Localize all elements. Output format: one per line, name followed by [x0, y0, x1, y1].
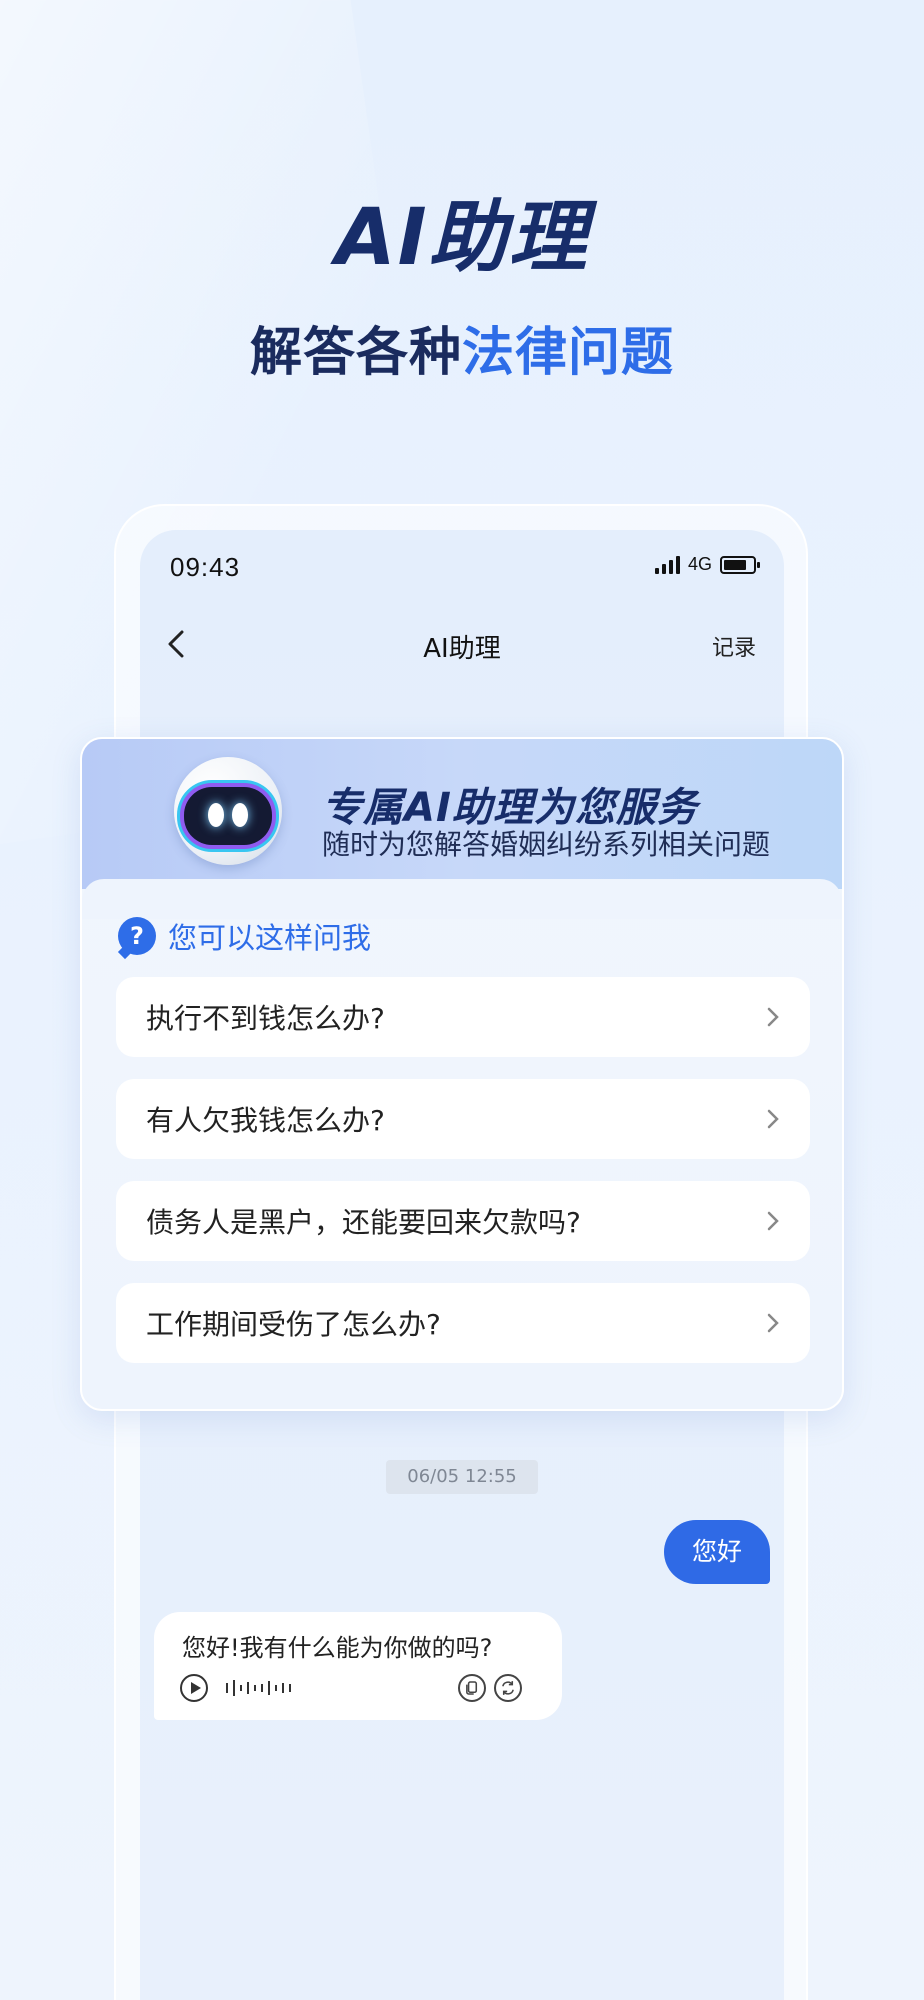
network-type: 4G: [687, 554, 712, 574]
chat-timestamp: 06/05 12:55: [386, 1460, 538, 1494]
chevron-right-icon: [767, 1007, 779, 1027]
ask-label: 您可以这样问我: [168, 921, 372, 955]
suggested-question-3[interactable]: 债务人是黑户，还能要回来欠款吗?: [116, 1181, 810, 1261]
chevron-right-icon: [767, 1211, 779, 1231]
chevron-right-icon: [767, 1313, 779, 1333]
user-message-bubble: 您好: [664, 1520, 770, 1584]
hero-title: AI助理: [335, 193, 589, 283]
nav-title: AI助理: [423, 634, 501, 664]
suggested-question-4[interactable]: 工作期间受伤了怎么办?: [116, 1283, 810, 1363]
audio-waveform: [226, 1678, 291, 1698]
copy-icon[interactable]: [458, 1674, 486, 1702]
card-subtitle: 随时为您解答婚姻纠纷系列相关问题: [322, 828, 771, 861]
status-icons: 4G: [654, 554, 760, 575]
question-text: 执行不到钱怎么办?: [146, 1002, 385, 1035]
bot-message-bubble: 您好!我有什么能为你做的吗?: [154, 1612, 562, 1720]
suggested-question-1[interactable]: 执行不到钱怎么办?: [116, 977, 810, 1057]
question-text: 工作期间受伤了怎么办?: [146, 1308, 441, 1341]
question-text: 债务人是黑户，还能要回来欠款吗?: [146, 1206, 581, 1239]
battery-icon: [720, 555, 760, 574]
signal-icon: [654, 555, 680, 574]
question-text: 有人欠我钱怎么办?: [146, 1104, 385, 1137]
ask-header: ? 您可以这样问我: [118, 915, 371, 957]
suggested-question-2[interactable]: 有人欠我钱怎么办?: [116, 1079, 810, 1159]
record-button[interactable]: 记录: [712, 630, 756, 662]
suggestion-card: 专属AI助理为您服务 随时为您解答婚姻纠纷系列相关问题 ? 您可以这样问我 执行…: [80, 737, 844, 1411]
refresh-icon[interactable]: [494, 1674, 522, 1702]
card-body-top: [82, 879, 842, 919]
bot-message-text: 您好!我有什么能为你做的吗?: [182, 1634, 493, 1662]
chevron-right-icon: [767, 1109, 779, 1129]
hero-subtitle: 解答各种法律问题: [0, 310, 924, 385]
robot-avatar-icon: [174, 757, 282, 865]
hero-subtitle-highlight: 法律问题: [462, 323, 675, 383]
status-time: 09:43: [170, 552, 241, 582]
question-mark-icon: ?: [118, 917, 156, 955]
play-audio-icon[interactable]: [180, 1674, 208, 1702]
hero-subtitle-part1: 解答各种: [249, 323, 462, 383]
